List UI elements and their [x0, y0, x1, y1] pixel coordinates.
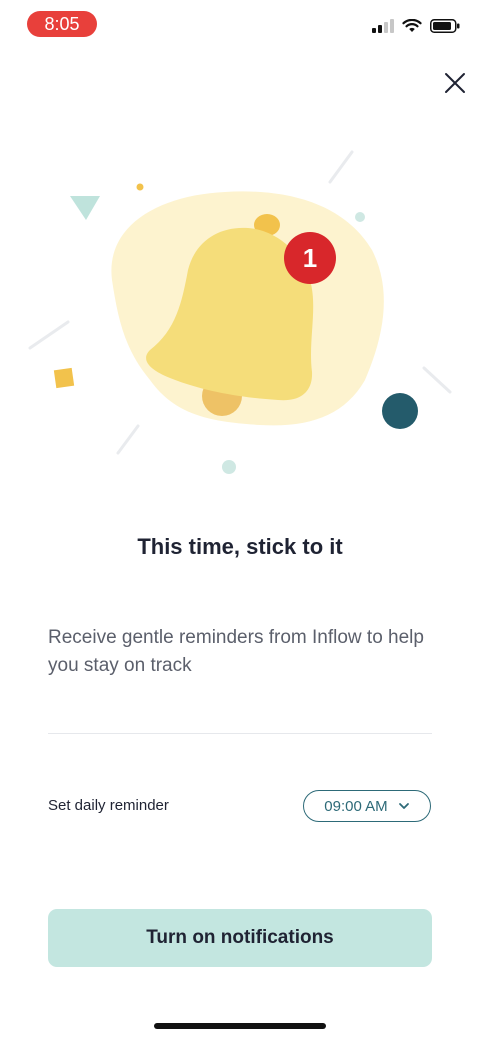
close-icon [445, 73, 465, 93]
battery-icon [430, 19, 460, 33]
reminder-time-select[interactable]: 09:00 AM [303, 790, 431, 822]
status-time: 8:05 [27, 11, 97, 37]
dot-teal-bottom [222, 460, 236, 474]
square-shape [53, 367, 75, 389]
divider [48, 733, 432, 734]
turn-on-notifications-button[interactable]: Turn on notifications [48, 909, 432, 967]
close-button[interactable] [440, 68, 470, 98]
badge-count: 1 [302, 242, 318, 273]
reminder-label: Set daily reminder [48, 797, 169, 814]
triangle-shape [70, 196, 100, 220]
page-subtitle: Receive gentle reminders from Inflow to … [48, 627, 424, 676]
notification-badge: 1 [284, 232, 336, 284]
home-indicator [154, 1023, 326, 1029]
page-title: This time, stick to it [137, 534, 343, 559]
cellular-signal-icon [372, 19, 394, 33]
status-bar: 8:05 [0, 0, 480, 48]
chevron-down-icon [398, 803, 409, 809]
dot-teal-small [355, 212, 365, 222]
bell-illustration [0, 130, 480, 490]
reminder-time-value: 09:00 AM [324, 797, 388, 815]
status-icons [372, 18, 460, 34]
wifi-icon [402, 19, 422, 32]
dot-yellow [136, 183, 144, 191]
dot-dark-teal [382, 393, 418, 429]
